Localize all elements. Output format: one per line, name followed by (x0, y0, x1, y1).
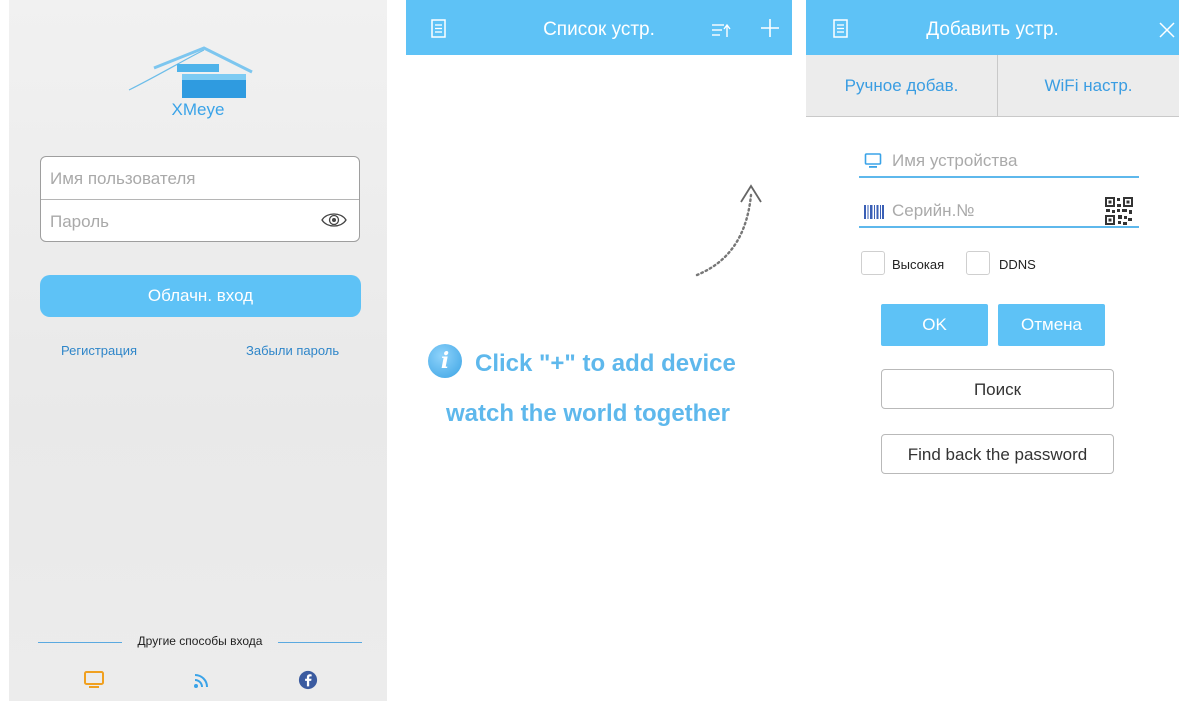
login-form (40, 156, 360, 244)
other-login-methods: Другие способы входа (38, 634, 362, 650)
device-list-screen: Список устр. i Click "+" to add device w… (406, 0, 792, 701)
serial-number-input[interactable] (890, 196, 1104, 226)
find-password-button[interactable]: Find back the password (881, 434, 1114, 474)
login-screen: XMeye Облачн. вход Регистрация Забыли па… (9, 0, 387, 701)
username-input[interactable] (41, 157, 322, 201)
tab-manual-add[interactable]: Ручное добав. (806, 55, 997, 116)
ok-button[interactable]: OK (881, 304, 988, 346)
device-name-field (859, 146, 1139, 178)
hint-line-2: watch the world together (446, 400, 731, 427)
add-mode-tabs: Ручное добав. WiFi настр. (806, 55, 1179, 117)
add-device-screen: Добавить устр. Ручное добав. WiFi настр. (806, 0, 1179, 701)
device-monitor-icon (864, 153, 882, 168)
eye-icon[interactable] (321, 210, 347, 230)
hint-line-1: Click "+" to add device (475, 350, 736, 377)
wifi-icon[interactable] (191, 670, 213, 690)
divider-line (278, 642, 362, 643)
plus-icon[interactable] (759, 17, 781, 39)
device-name-input[interactable] (890, 146, 1104, 176)
register-link[interactable]: Регистрация (61, 343, 137, 358)
high-checkbox-label: Высокая (892, 257, 945, 272)
high-checkbox[interactable] (861, 251, 885, 275)
cloud-login-button[interactable]: Облачн. вход (40, 275, 361, 317)
facebook-icon[interactable] (297, 670, 319, 690)
ddns-checkbox[interactable] (966, 251, 990, 275)
page-title: Список устр. (543, 19, 655, 40)
search-button[interactable]: Поиск (881, 369, 1114, 409)
brand-name: XMeye (171, 100, 225, 119)
info-icon: i (428, 344, 462, 378)
password-input[interactable] (41, 200, 322, 244)
tab-wifi-config[interactable]: WiFi настр. (998, 55, 1179, 116)
sort-icon[interactable] (710, 20, 732, 42)
add-device-header: Добавить устр. (806, 0, 1179, 55)
close-icon[interactable] (1156, 19, 1178, 41)
arrow-hint-icon (695, 184, 762, 277)
forgot-password-link[interactable]: Забыли пароль (246, 343, 339, 358)
device-list-header: Список устр. (406, 0, 792, 55)
cancel-button[interactable]: Отмена (998, 304, 1105, 346)
barcode-icon (864, 205, 884, 219)
page-title: Добавить устр. (926, 19, 1059, 40)
monitor-icon[interactable] (83, 670, 105, 690)
serial-number-field (859, 196, 1139, 228)
other-methods-label: Другие способы входа (137, 634, 263, 648)
qr-code-icon[interactable] (1104, 196, 1134, 226)
ddns-checkbox-label: DDNS (999, 257, 1036, 272)
